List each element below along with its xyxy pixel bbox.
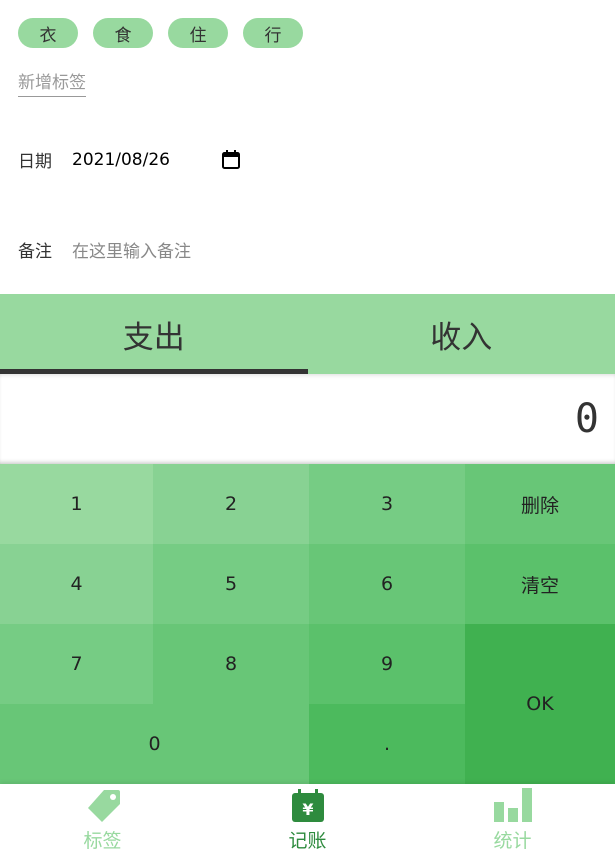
key-4[interactable]: 4 bbox=[0, 544, 153, 624]
calendar-icon[interactable] bbox=[222, 150, 240, 169]
nav-label-statistics: 统计 bbox=[493, 830, 532, 852]
key-9[interactable]: 9 bbox=[309, 624, 465, 704]
tab-expense[interactable]: 支出 bbox=[0, 294, 308, 374]
nav-label-bookkeeping: 记账 bbox=[288, 830, 327, 852]
key-7[interactable]: 7 bbox=[0, 624, 153, 704]
note-input[interactable]: 在这里输入备注 bbox=[72, 237, 191, 262]
key-1[interactable]: 1 bbox=[0, 464, 153, 544]
clear-button[interactable]: 清空 bbox=[465, 544, 615, 624]
key-dot[interactable]: . bbox=[309, 704, 465, 784]
svg-text:¥: ¥ bbox=[302, 800, 313, 819]
tag-icon bbox=[87, 790, 120, 822]
tag-housing[interactable]: 住 bbox=[168, 18, 228, 48]
delete-button[interactable]: 删除 bbox=[465, 464, 615, 544]
nav-item-statistics[interactable]: 统计 bbox=[410, 784, 615, 853]
key-0[interactable]: 0 bbox=[0, 704, 309, 784]
key-2[interactable]: 2 bbox=[153, 464, 309, 544]
ok-button[interactable]: OK bbox=[465, 624, 615, 784]
bottom-nav: 标签 ¥ 记账 统计 bbox=[0, 784, 615, 853]
key-3[interactable]: 3 bbox=[309, 464, 465, 544]
nav-item-tags[interactable]: 标签 bbox=[0, 784, 205, 853]
chart-icon bbox=[493, 788, 532, 822]
tag-travel[interactable]: 行 bbox=[243, 18, 303, 48]
amount-display: 0 bbox=[0, 374, 615, 464]
add-tag-button[interactable]: 新增标签 bbox=[18, 68, 86, 97]
tag-clothing[interactable]: 衣 bbox=[18, 18, 78, 48]
type-tabs: 支出 收入 bbox=[0, 294, 615, 374]
tag-food[interactable]: 食 bbox=[93, 18, 153, 48]
tag-list: 衣 食 住 行 bbox=[18, 18, 303, 48]
tab-income[interactable]: 收入 bbox=[308, 294, 615, 374]
number-pad: 1 2 3 删除 4 5 6 清空 7 8 9 OK 0 . bbox=[0, 464, 615, 784]
note-label: 备注 bbox=[18, 242, 52, 262]
key-8[interactable]: 8 bbox=[153, 624, 309, 704]
date-row: 日期 2021/08/26 bbox=[18, 147, 240, 172]
note-row: 备注 在这里输入备注 bbox=[18, 237, 191, 262]
key-5[interactable]: 5 bbox=[153, 544, 309, 624]
money-icon: ¥ bbox=[291, 789, 324, 822]
nav-label-tags: 标签 bbox=[83, 830, 122, 852]
nav-item-bookkeeping[interactable]: ¥ 记账 bbox=[205, 784, 410, 853]
key-6[interactable]: 6 bbox=[309, 544, 465, 624]
date-label: 日期 bbox=[18, 152, 52, 172]
date-input[interactable]: 2021/08/26 bbox=[72, 150, 170, 170]
